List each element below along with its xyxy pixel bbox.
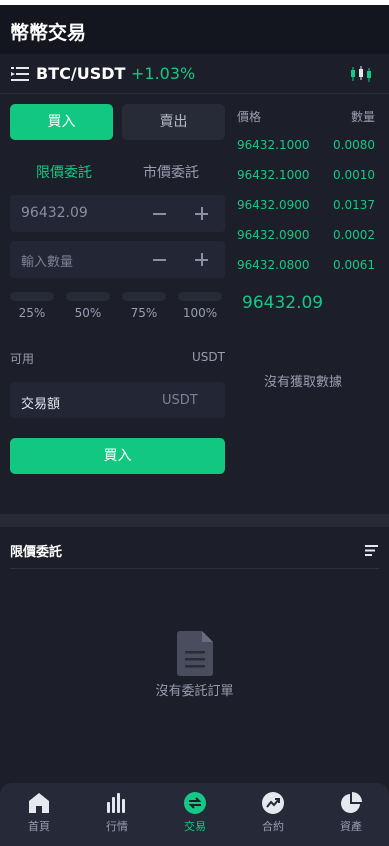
percent-100-slider[interactable] [178, 292, 222, 301]
pie-chart-icon [341, 792, 362, 813]
trend-icon [262, 792, 284, 814]
percent-50-label[interactable]: 50% [66, 306, 110, 320]
amount-label: 交易額 [21, 397, 61, 412]
buy-submit-button[interactable]: 買入 [10, 438, 225, 474]
tab-label: 資產 [340, 820, 362, 833]
trade-icon [184, 792, 206, 814]
orderbook-price-header: 價格 [237, 110, 262, 124]
plus-icon [201, 207, 203, 220]
kline-chart-icon[interactable] [350, 65, 372, 83]
percent-25-slider[interactable] [10, 292, 54, 301]
pair-bar: BTC/USDT +1.03% [0, 54, 389, 94]
quantity-decrease-button[interactable] [153, 259, 166, 261]
buy-tab[interactable]: 買入 [10, 104, 113, 140]
app-header: 幣幣交易 [0, 5, 389, 54]
pending-orders-title: 限價委託 [10, 545, 63, 560]
orderbook-qty: 0.0137 [333, 198, 375, 212]
percent-100-label[interactable]: 100% [178, 306, 222, 320]
percent-25-label[interactable]: 25% [10, 306, 54, 320]
tab-market-order[interactable]: 市價委託 [143, 162, 199, 182]
chart-bars-icon [107, 793, 125, 813]
page-title: 幣幣交易 [10, 22, 87, 44]
amount-unit: USDT [162, 393, 198, 408]
orderbook-price[interactable]: 96432.1000 [237, 168, 310, 182]
tab-label: 合約 [262, 820, 284, 833]
quantity-input[interactable]: 輸入數量 [10, 241, 225, 278]
available-unit: USDT [192, 350, 225, 364]
pair-menu-icon[interactable] [11, 66, 29, 82]
orderbook-price[interactable]: 96432.0800 [237, 258, 310, 272]
empty-orders-text: 沒有委託訂單 [155, 684, 234, 699]
orderbook-price[interactable]: 96432.1000 [237, 138, 310, 152]
home-icon [29, 793, 49, 813]
percent-75-label[interactable]: 75% [122, 306, 166, 320]
percent-75-slider[interactable] [122, 292, 166, 301]
percent-50-slider[interactable] [66, 292, 110, 301]
orderbook-price[interactable]: 96432.0900 [237, 198, 310, 212]
pair-symbol[interactable]: BTC/USDT [36, 64, 125, 83]
filter-list-icon[interactable] [365, 545, 378, 556]
price-value: 96432.09 [21, 205, 88, 221]
tab-limit-order[interactable]: 限價委託 [36, 162, 92, 182]
divider [10, 568, 379, 569]
amount-field[interactable]: 交易額 USDT [10, 382, 225, 418]
price-decrease-button[interactable] [153, 213, 166, 215]
bottom-tab-bar: 首頁 行情 交易 合約 資產 [0, 783, 389, 846]
orderbook-qty-header: 數量 [350, 110, 375, 124]
sell-tab[interactable]: 賣出 [122, 104, 225, 140]
tab-trade[interactable]: 交易 [156, 783, 234, 846]
pending-orders-section: 限價委託 沒有委託訂單 [0, 527, 389, 787]
orderbook-qty: 0.0002 [333, 228, 375, 242]
orderbook-qty: 0.0061 [333, 258, 375, 272]
tab-home[interactable]: 首頁 [0, 783, 78, 846]
quantity-placeholder: 輸入數量 [21, 255, 74, 270]
orderbook-no-data: 沒有獲取數據 [264, 375, 343, 390]
plus-icon [201, 253, 203, 266]
price-input[interactable]: 96432.09 [10, 195, 225, 232]
section-divider [0, 514, 389, 527]
orderbook-qty: 0.0080 [333, 138, 375, 152]
pair-change: +1.03% [131, 64, 196, 83]
tab-label: 交易 [184, 820, 206, 833]
orderbook-qty: 0.0010 [333, 168, 375, 182]
tab-assets[interactable]: 資產 [312, 783, 389, 846]
document-icon [177, 631, 213, 676]
orderbook-price[interactable]: 96432.0900 [237, 228, 310, 242]
tab-contract[interactable]: 合約 [234, 783, 312, 846]
available-label: 可用 [10, 352, 35, 366]
tab-label: 行情 [106, 820, 128, 833]
last-price: 96432.09 [242, 293, 324, 313]
tab-label: 首頁 [28, 820, 50, 833]
tab-market[interactable]: 行情 [78, 783, 156, 846]
